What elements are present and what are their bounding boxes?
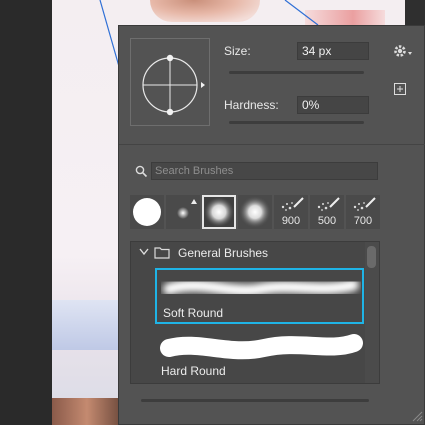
search-brushes-input[interactable]: Search Brushes	[151, 162, 378, 180]
size-field[interactable]: 34 px	[297, 42, 369, 60]
brush-name: Soft Round	[163, 306, 224, 320]
size-slider[interactable]	[229, 71, 364, 74]
brush-angle-preview[interactable]	[130, 38, 210, 126]
brush-name: Hard Round	[161, 364, 226, 378]
scatter-brush-icon	[353, 197, 376, 211]
divider	[119, 144, 425, 145]
hardness-label: Hardness:	[224, 98, 279, 112]
brush-preset-picker: Size: 34 px Hardness: 0% Search Brushes	[118, 25, 425, 425]
new-preset-icon[interactable]	[394, 83, 407, 96]
folder-icon	[154, 247, 170, 259]
size-label: Size:	[224, 44, 251, 58]
brush-list: General Brushes Soft Round Hard Round	[130, 241, 380, 384]
tip-size-label: 700	[353, 215, 373, 227]
recent-tip-scatter-500[interactable]: 500	[310, 195, 344, 229]
resize-grip-icon[interactable]	[411, 410, 423, 422]
scrollbar-thumb[interactable]	[367, 246, 376, 268]
search-icon	[135, 165, 148, 178]
recent-tip-soft-round-large[interactable]	[238, 195, 272, 229]
gear-icon[interactable]	[392, 43, 414, 59]
brush-item-soft-round[interactable]: Soft Round	[155, 268, 364, 324]
brush-angle-roundness-icon[interactable]	[131, 39, 209, 125]
hardness-slider[interactable]	[229, 121, 364, 124]
brush-item-hard-round[interactable]: Hard Round	[155, 328, 364, 383]
brush-group-label: General Brushes	[178, 246, 269, 260]
recent-tip-scatter-700[interactable]: 700	[346, 195, 380, 229]
tip-size-label: 900	[281, 215, 301, 227]
hardness-field[interactable]: 0%	[297, 96, 369, 114]
brush-group-general[interactable]: General Brushes	[131, 242, 363, 264]
recent-tip-soft-round-selected[interactable]	[202, 195, 236, 229]
preview-size-slider[interactable]	[141, 399, 369, 402]
brush-stroke-preview	[160, 334, 363, 360]
scatter-brush-icon	[317, 197, 340, 211]
brush-stroke-preview	[163, 279, 359, 297]
scatter-brush-icon	[281, 197, 304, 211]
recent-tip-small-round[interactable]	[166, 195, 200, 229]
chevron-down-icon[interactable]	[139, 248, 149, 256]
recent-tip-scatter-900[interactable]: 900	[274, 195, 308, 229]
recent-tip-hard-round[interactable]	[130, 195, 164, 229]
tip-size-label: 500	[317, 215, 337, 227]
